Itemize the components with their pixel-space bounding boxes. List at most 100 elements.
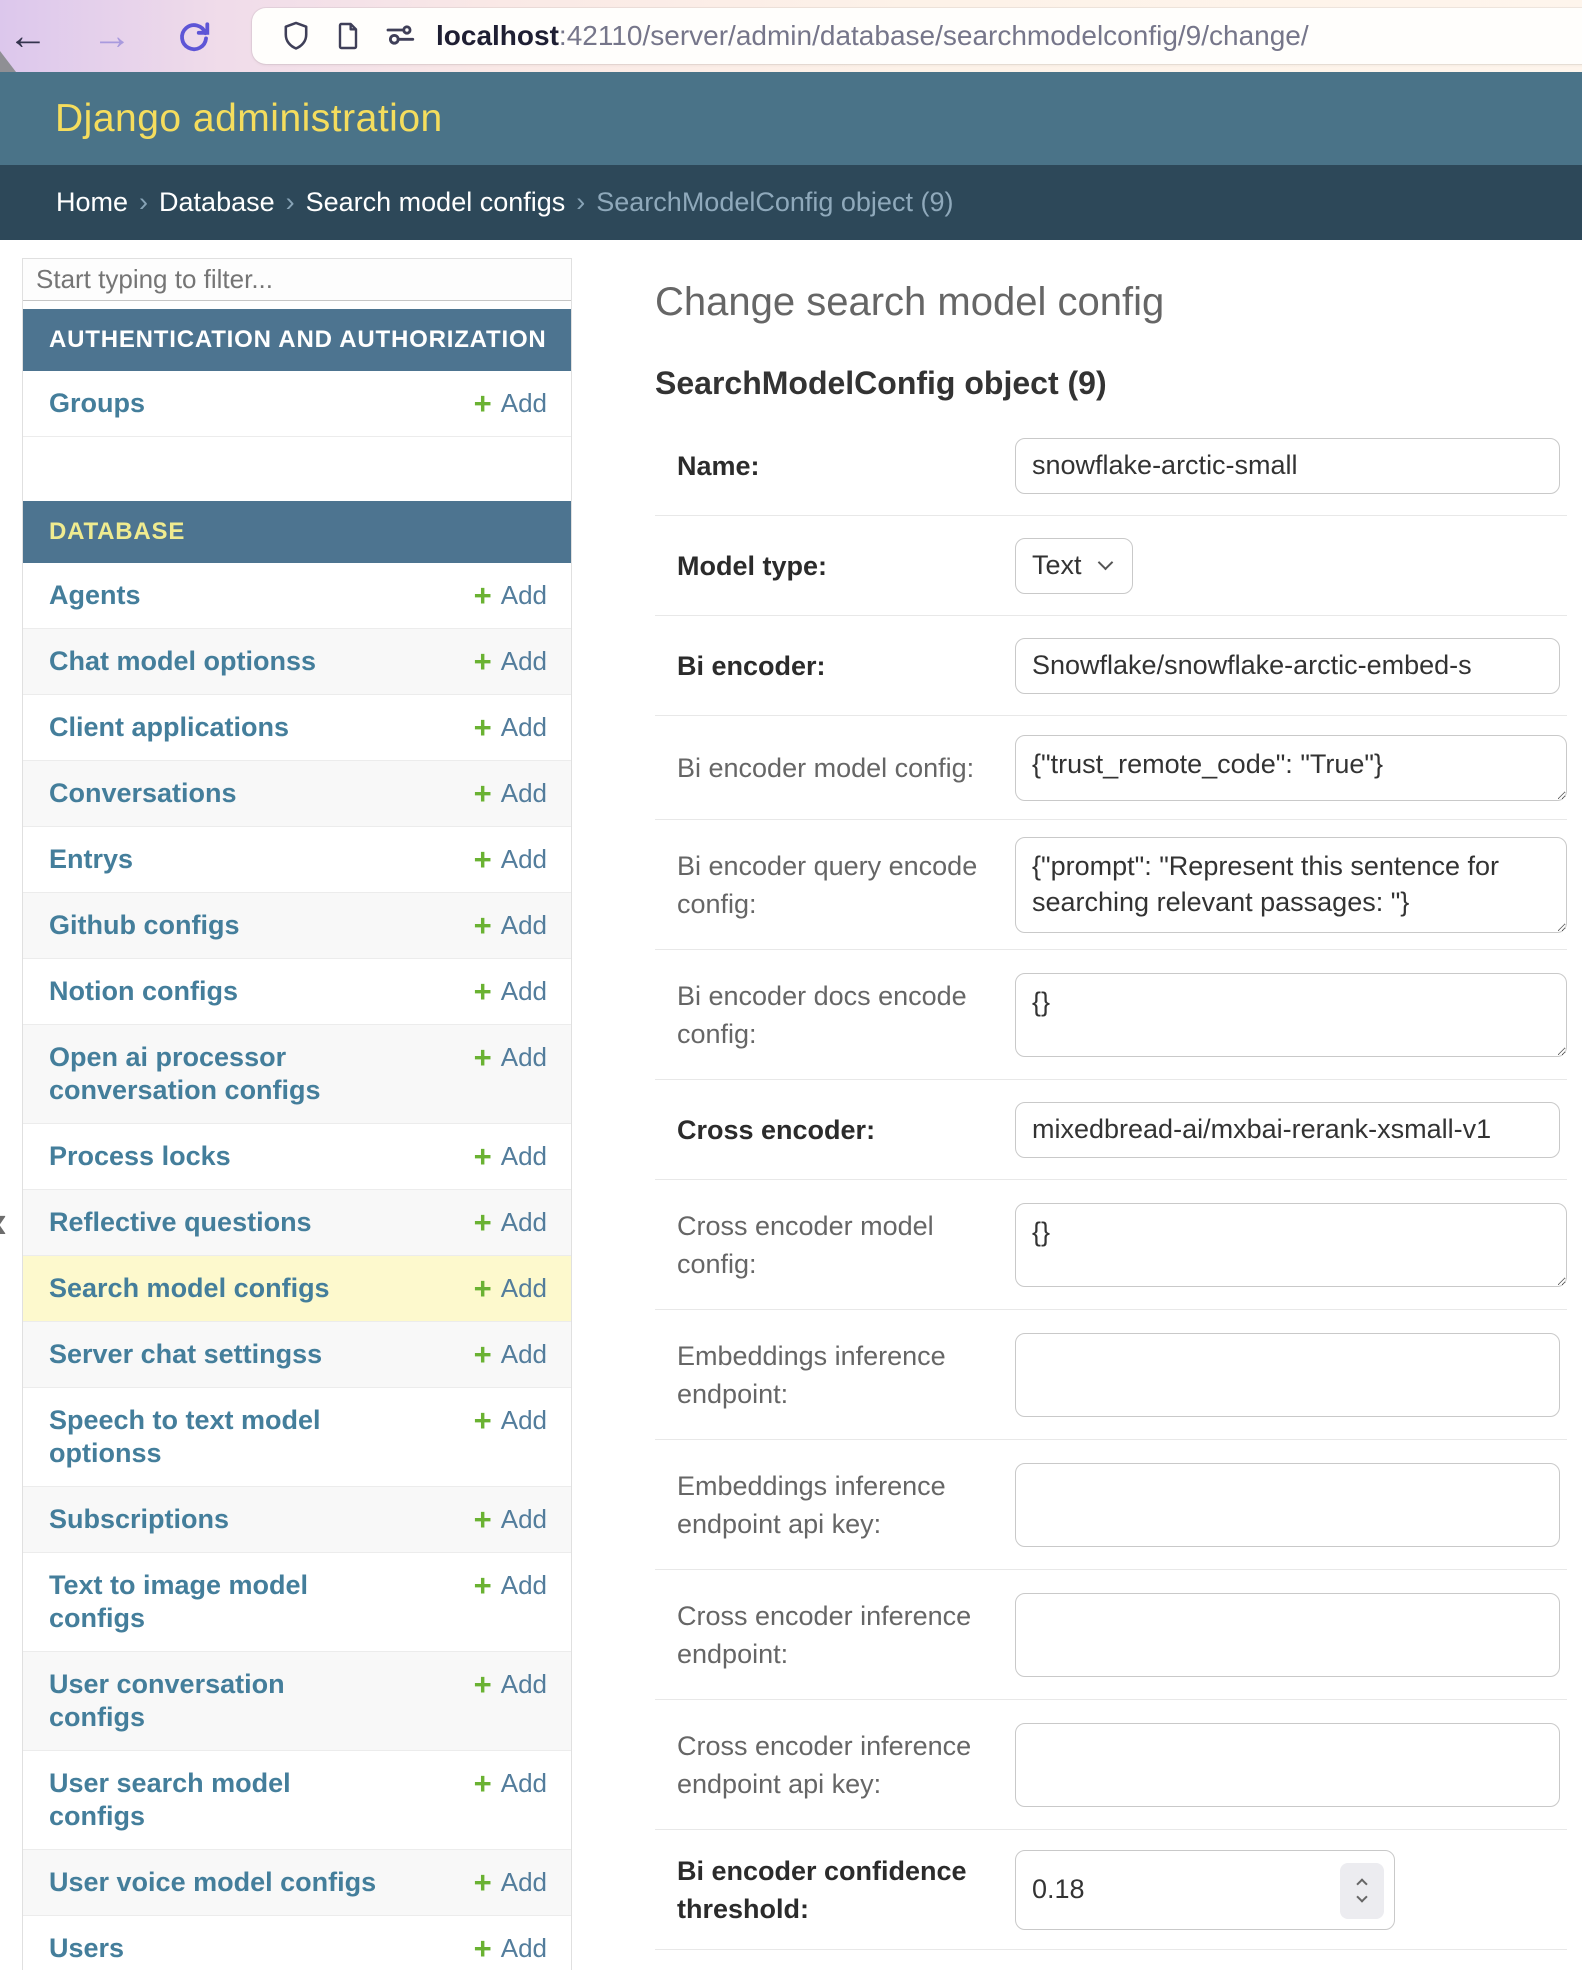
add-user-conversation-configs-link[interactable]: + Add (474, 1668, 547, 1701)
sidebar-item-chat-model-optionss[interactable]: Chat model optionss (49, 645, 316, 678)
bi-encoder-docs-encode-config-textarea[interactable] (1015, 973, 1567, 1057)
bi-encoder-model-config-textarea[interactable] (1015, 735, 1567, 801)
add-subscriptions-link[interactable]: +Add (474, 1503, 547, 1536)
breadcrumb-separator: › (286, 187, 295, 218)
bi-encoder-docs-encode-config-control (1015, 973, 1567, 1057)
sidebar-item-notion-configs[interactable]: Notion configs (49, 975, 238, 1008)
add-plus-icon: + (474, 1669, 492, 1700)
site-permissions-icon[interactable] (374, 8, 426, 64)
chevron-down-icon (1097, 555, 1113, 571)
browser-forward-button[interactable]: → (90, 0, 134, 72)
sidebar-item-users[interactable]: Users (49, 1932, 124, 1965)
sidebar-item-subscriptions[interactable]: Subscriptions (49, 1503, 229, 1536)
add-speech-to-text-model-optionss-link[interactable]: +Add (474, 1404, 547, 1437)
add-user-voice-model-configs-link[interactable]: +Add (474, 1866, 547, 1899)
add-plus-icon: + (474, 646, 492, 677)
sidebar-item-client-applications[interactable]: Client applications (49, 711, 289, 744)
embeddings-inference-endpoint-control (1015, 1333, 1567, 1417)
add-conversations-link[interactable]: +Add (474, 777, 547, 810)
cross-encoder-input[interactable] (1015, 1102, 1560, 1158)
app-section-caption-authentication-and-authorization[interactable]: AUTHENTICATION AND AUTHORIZATION (23, 309, 571, 371)
page-info-icon[interactable] (322, 8, 374, 64)
shield-icon[interactable] (270, 8, 322, 64)
model-type-select[interactable]: Text (1015, 538, 1133, 594)
add-user-search-model-configs-link[interactable]: +Add (474, 1767, 547, 1800)
sidebar-filter-input[interactable] (23, 259, 571, 301)
add-server-chat-settingss-link[interactable]: +Add (474, 1338, 547, 1371)
browser-back-button[interactable]: ← (6, 0, 50, 72)
cross-encoder-model-config-label: Cross encoder model config: (677, 1207, 1015, 1283)
sidebar-item-text-to-image-model-configs[interactable]: Text to image model configs (49, 1569, 379, 1635)
add-label: Add (501, 579, 547, 612)
sidebar-row-client-applications: Client applications +Add (23, 695, 571, 761)
cross-encoder-inference-endpoint-input[interactable] (1015, 1593, 1560, 1677)
add-agents-link[interactable]: +Add (474, 579, 547, 612)
sidebar-item-groups[interactable]: Groups (49, 387, 145, 420)
add-text-to-image-model-configs-link[interactable]: +Add (474, 1569, 547, 1602)
sidebar-item-user-conversation-configs[interactable]: User conversation configs (49, 1668, 379, 1734)
form-row-bi-encoder: Bi encoder: (655, 616, 1567, 716)
sidebar-filter-gap (23, 301, 571, 309)
sidebar-item-user-voice-model-configs[interactable]: User voice model configs (49, 1866, 376, 1899)
add-label: Add (501, 1140, 547, 1173)
sidebar-item-open-ai-processor-conversation-configs[interactable]: Open ai processor conversation configs (49, 1041, 379, 1107)
app-section-caption-database[interactable]: DATABASE (23, 501, 571, 563)
add-plus-icon: + (474, 1867, 492, 1898)
bi-encoder-query-encode-config-textarea[interactable] (1015, 837, 1567, 933)
embeddings-inference-endpoint-label: Embeddings inference endpoint: (677, 1337, 1015, 1413)
cross-encoder-inference-endpoint-api-key-label: Cross encoder inference endpoint api key… (677, 1727, 1015, 1803)
add-label: Add (501, 1668, 547, 1701)
sidebar-item-search-model-configs[interactable]: Search model configs (49, 1272, 330, 1305)
name-control (1015, 438, 1567, 494)
content-area: AUTHENTICATION AND AUTHORIZATION Groups + A… (0, 240, 1582, 1970)
cross-encoder-inference-endpoint-api-key-input[interactable] (1015, 1723, 1560, 1807)
form-row-bi-encoder-query-encode-config: Bi encoder query encode config: (655, 820, 1567, 950)
add-process-locks-link[interactable]: +Add (474, 1140, 547, 1173)
add-chat-model-optionss-link[interactable]: + Add (474, 645, 547, 678)
sidebar-item-github-configs[interactable]: Github configs (49, 909, 239, 942)
add-open-ai-processor-conversation-configs-link[interactable]: +Add (474, 1041, 547, 1074)
add-plus-icon: + (474, 1405, 492, 1436)
cross-encoder-model-config-textarea[interactable] (1015, 1203, 1567, 1287)
site-branding-title[interactable]: Django administration (55, 97, 443, 141)
sidebar-toggle-button[interactable]: ‹ (0, 1198, 7, 1244)
add-reflective-questions-link[interactable]: +Add (474, 1206, 547, 1239)
embeddings-inference-endpoint-input[interactable] (1015, 1333, 1560, 1417)
stepper-buttons[interactable] (1340, 1863, 1384, 1919)
sidebar-item-user-search-model-configs[interactable]: User search model configs (49, 1767, 379, 1833)
add-plus-icon: + (474, 1504, 492, 1535)
form-row-cross-encoder: Cross encoder: (655, 1080, 1567, 1180)
sidebar-item-entrys[interactable]: Entrys (49, 843, 133, 876)
add-github-configs-link[interactable]: +Add (474, 909, 547, 942)
sidebar-row-chat-model-optionss: Chat model optionss + Add (23, 629, 571, 695)
sidebar-item-speech-to-text-model-optionss[interactable]: Speech to text model optionss (49, 1404, 379, 1470)
breadcrumb-link-database[interactable]: Database (159, 187, 275, 218)
add-users-link[interactable]: +Add (474, 1932, 547, 1965)
add-notion-configs-link[interactable]: +Add (474, 975, 547, 1008)
add-label: Add (501, 645, 547, 678)
breadcrumb-link-home[interactable]: Home (56, 187, 128, 218)
breadcrumb-link-search-model-configs[interactable]: Search model configs (306, 187, 566, 218)
bi-encoder-model-config-control (1015, 735, 1567, 801)
cross-encoder-inference-endpoint-control (1015, 1593, 1567, 1677)
sidebar-item-reflective-questions[interactable]: Reflective questions (49, 1206, 312, 1239)
name-input[interactable] (1015, 438, 1560, 494)
embeddings-inference-endpoint-api-key-input[interactable] (1015, 1463, 1560, 1547)
browser-refresh-button[interactable] (172, 0, 216, 72)
bi-encoder-input[interactable] (1015, 638, 1560, 694)
breadcrumb: Home›Database›Search model configs›Searc… (0, 165, 1582, 240)
add-groups-link[interactable]: +Add (474, 387, 547, 420)
sidebar-item-process-locks[interactable]: Process locks (49, 1140, 231, 1173)
bi-encoder-confidence-threshold-stepper[interactable]: 0.18 (1015, 1850, 1395, 1930)
add-search-model-configs-link[interactable]: +Add (474, 1272, 547, 1305)
sidebar-item-agents[interactable]: Agents (49, 579, 141, 612)
model-type-label: Model type: (677, 547, 1015, 585)
sidebar-item-conversations[interactable]: Conversations (49, 777, 237, 810)
breadcrumb-current: SearchModelConfig object (9) (596, 187, 953, 218)
sidebar-item-server-chat-settingss[interactable]: Server chat settingss (49, 1338, 322, 1371)
add-label: Add (501, 1338, 547, 1371)
add-client-applications-link[interactable]: +Add (474, 711, 547, 744)
add-entrys-link[interactable]: +Add (474, 843, 547, 876)
address-bar[interactable]: localhost:42110/server/admin/database/se… (252, 8, 1582, 64)
cross-encoder-inference-endpoint-label: Cross encoder inference endpoint: (677, 1597, 1015, 1673)
